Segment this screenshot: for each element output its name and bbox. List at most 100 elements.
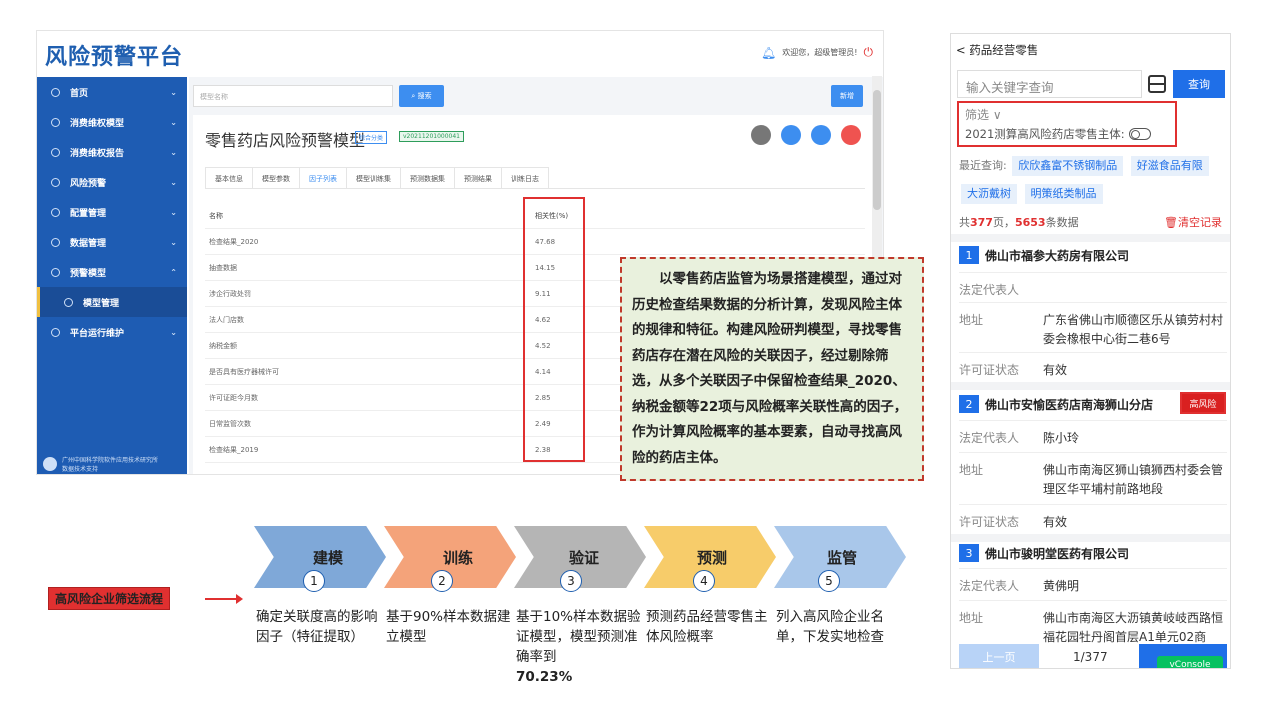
step-4-desc: 预测药品经营零售主体风险概率 — [646, 609, 768, 645]
sidebar-item-consumer-model[interactable]: 消费维权模型 ⌄ — [37, 107, 187, 137]
vconsole-button[interactable]: vConsole — [1157, 656, 1223, 668]
keyword-search-input[interactable]: 输入关键字查询 — [957, 70, 1142, 98]
page-indicator: 1/377 — [1073, 650, 1108, 664]
recent-chip[interactable]: 欣欣鑫富不锈钢制品 — [1012, 156, 1124, 176]
result-count: 共377页，5653条数据 — [959, 216, 1079, 229]
tab-training-log[interactable]: 训练日志 — [501, 167, 549, 188]
recent-chip[interactable]: 明策纸类制品 — [1024, 184, 1103, 204]
scrollbar-thumb[interactable] — [873, 90, 881, 210]
org-logo-icon — [43, 457, 57, 471]
nav-icon — [51, 327, 60, 337]
detail-tabs: 基本信息 模型参数 因子列表 模型训练集 预测数据集 预测结果 训练日志 — [205, 167, 865, 189]
settings-round-button[interactable] — [751, 125, 771, 145]
sidebar-item-warning-model[interactable]: 预警模型 ⌃ — [37, 257, 187, 287]
user-greeting: 欢迎您，超级管理员! — [782, 48, 858, 57]
chevron-down-icon: ⌄ — [170, 147, 177, 157]
chevron-down-icon: ⌄ — [170, 327, 177, 337]
high-risk-badge: 高风险 — [1180, 392, 1226, 414]
list-item-field: 地址 佛山市南海区狮山镇狮西村委会管理区华平埔村前路地段 — [959, 452, 1227, 504]
step-5-desc: 列入高风险企业名单，下发实地检查 — [776, 609, 884, 645]
filter-toggle[interactable]: 筛选 ∨ — [965, 106, 1002, 123]
step-4-number: 4 — [693, 570, 715, 592]
add-button[interactable]: 新增 — [831, 85, 863, 107]
correlation-highlight-box — [523, 197, 585, 462]
delete-round-button[interactable] — [841, 125, 861, 145]
tab-training-set[interactable]: 模型训练集 — [346, 167, 401, 188]
step-3-number: 3 — [560, 570, 582, 592]
platform-logo: 风险预警平台 — [45, 45, 184, 70]
version-tag: v20211201000041 — [399, 131, 464, 142]
scan-icon[interactable] — [1148, 75, 1166, 93]
sidebar-footer: 广州中国科学院软件应用技术研究所 数据技术支持 — [43, 455, 158, 473]
mobile-header[interactable]: < 药品经营零售 — [956, 42, 1038, 58]
tab-prediction-set[interactable]: 预测数据集 — [400, 167, 455, 188]
nav-icon — [51, 237, 60, 247]
nav-icon — [51, 87, 60, 97]
nav-icon — [51, 207, 60, 217]
nav-icon — [64, 297, 73, 307]
high-risk-switch[interactable] — [1128, 128, 1151, 140]
flow-label: 高风险企业筛选流程 — [48, 587, 171, 610]
list-item-field: 许可证状态 有效 — [959, 504, 1227, 534]
description-note: 以零售药店监管为场景搭建模型，通过对历史检查结果数据的分析计算，发现风险主体的规… — [620, 257, 924, 481]
sidebar-item-risk-warning[interactable]: 风险预警 ⌄ — [37, 167, 187, 197]
run-round-button[interactable] — [811, 125, 831, 145]
mobile-panel: < 药品经营零售 输入关键字查询 查询 筛选 ∨ 2021测算高风险药店零售主体… — [950, 33, 1231, 669]
list-item-field: 许可证状态 有效 — [959, 352, 1227, 382]
high-risk-filter: 2021测算高风险药店零售主体: — [965, 126, 1151, 142]
step-5-number: 5 — [818, 570, 840, 592]
step-1-title: 建模 — [312, 549, 343, 567]
sidebar-item-config[interactable]: 配置管理 ⌄ — [37, 197, 187, 227]
step-1-desc: 确定关联度高的影响因子（特征提取） — [256, 609, 378, 645]
model-search-input[interactable]: 模型名称 — [193, 85, 393, 107]
list-item-field: 法定代表人 黄佛明 — [959, 568, 1227, 600]
step-4-title: 预测 — [696, 549, 727, 567]
search-button[interactable]: ⌕ 搜索 — [399, 85, 444, 107]
edit-round-button[interactable] — [781, 125, 801, 145]
bell-icon[interactable]: 🔔︎ — [761, 46, 776, 60]
chevron-down-icon: ⌄ — [170, 117, 177, 127]
sidebar-item-data[interactable]: 数据管理 ⌄ — [37, 227, 187, 257]
chevron-down-icon: ⌄ — [170, 177, 177, 187]
query-button[interactable]: 查询 — [1173, 70, 1225, 98]
chevron-down-icon: ⌄ — [170, 237, 177, 247]
nav-icon — [51, 147, 60, 157]
recent-chip[interactable]: 好滋食品有限 — [1130, 156, 1209, 176]
sidebar-item-consumer-report[interactable]: 消费维权报告 ⌄ — [37, 137, 187, 167]
flow-arrow — [205, 594, 243, 604]
step-2-desc: 基于90%样本数据建立模型 — [386, 609, 511, 645]
pagination: 上一页 1/377 vConsole — [951, 638, 1230, 668]
list-item-title[interactable]: 1 佛山市福参大药房有限公司 — [959, 246, 1129, 264]
sidebar: 首页 ⌄ 消费维权模型 ⌄ 消费维权报告 ⌄ 风险预警 ⌄ 配置管理 ⌄ 数据管理 ⌄ 预警… — [37, 77, 187, 474]
model-title: 零售药店风险预警模型 — [205, 131, 366, 150]
prev-page-button[interactable]: 上一页 — [959, 644, 1039, 668]
sidebar-item-ops[interactable]: 平台运行维护 ⌄ — [37, 317, 187, 347]
tab-factor-list[interactable]: 因子列表 — [299, 167, 347, 188]
divider — [951, 382, 1230, 390]
divider — [951, 234, 1230, 242]
recent-chip[interactable]: 大沥戴树 — [961, 184, 1017, 204]
chevron-down-icon: ⌄ — [170, 87, 177, 97]
tab-basic-info[interactable]: 基本信息 — [205, 167, 253, 188]
step-3-desc: 基于10%样本数据验证模型，模型预测准确率到 70.23% — [516, 609, 641, 685]
list-item-field: 法定代表人 陈小玲 — [959, 420, 1227, 452]
sidebar-item-model-manage[interactable]: 模型管理 — [37, 287, 187, 317]
list-item-field: 法定代表人 — [959, 272, 1227, 302]
sidebar-item-home[interactable]: 首页 ⌄ — [37, 77, 187, 107]
top-user-bar: 🔔︎ 欢迎您，超级管理员! ⏻ — [761, 45, 873, 60]
power-icon[interactable]: ⏻ — [864, 45, 874, 60]
step-2-title: 训练 — [442, 549, 473, 567]
list-item-title[interactable]: 3 佛山市骏明堂医药有限公司 — [959, 544, 1129, 562]
chevron-down-icon: ⌄ — [170, 207, 177, 217]
category-tag: 综合分类 — [355, 131, 388, 144]
step-3-title: 验证 — [568, 549, 599, 567]
divider — [951, 534, 1230, 542]
step-1-number: 1 — [303, 570, 325, 592]
tab-model-params[interactable]: 模型参数 — [252, 167, 300, 188]
tab-prediction-result[interactable]: 预测结果 — [454, 167, 502, 188]
step-5-title: 监管 — [826, 549, 857, 567]
chevron-up-icon: ⌃ — [170, 267, 177, 277]
list-item-title[interactable]: 2 佛山市安愉医药店南海狮山分店 — [959, 395, 1153, 413]
clear-history-button[interactable]: 🗑︎清空记录 — [1164, 214, 1222, 230]
nav-icon — [51, 267, 60, 277]
